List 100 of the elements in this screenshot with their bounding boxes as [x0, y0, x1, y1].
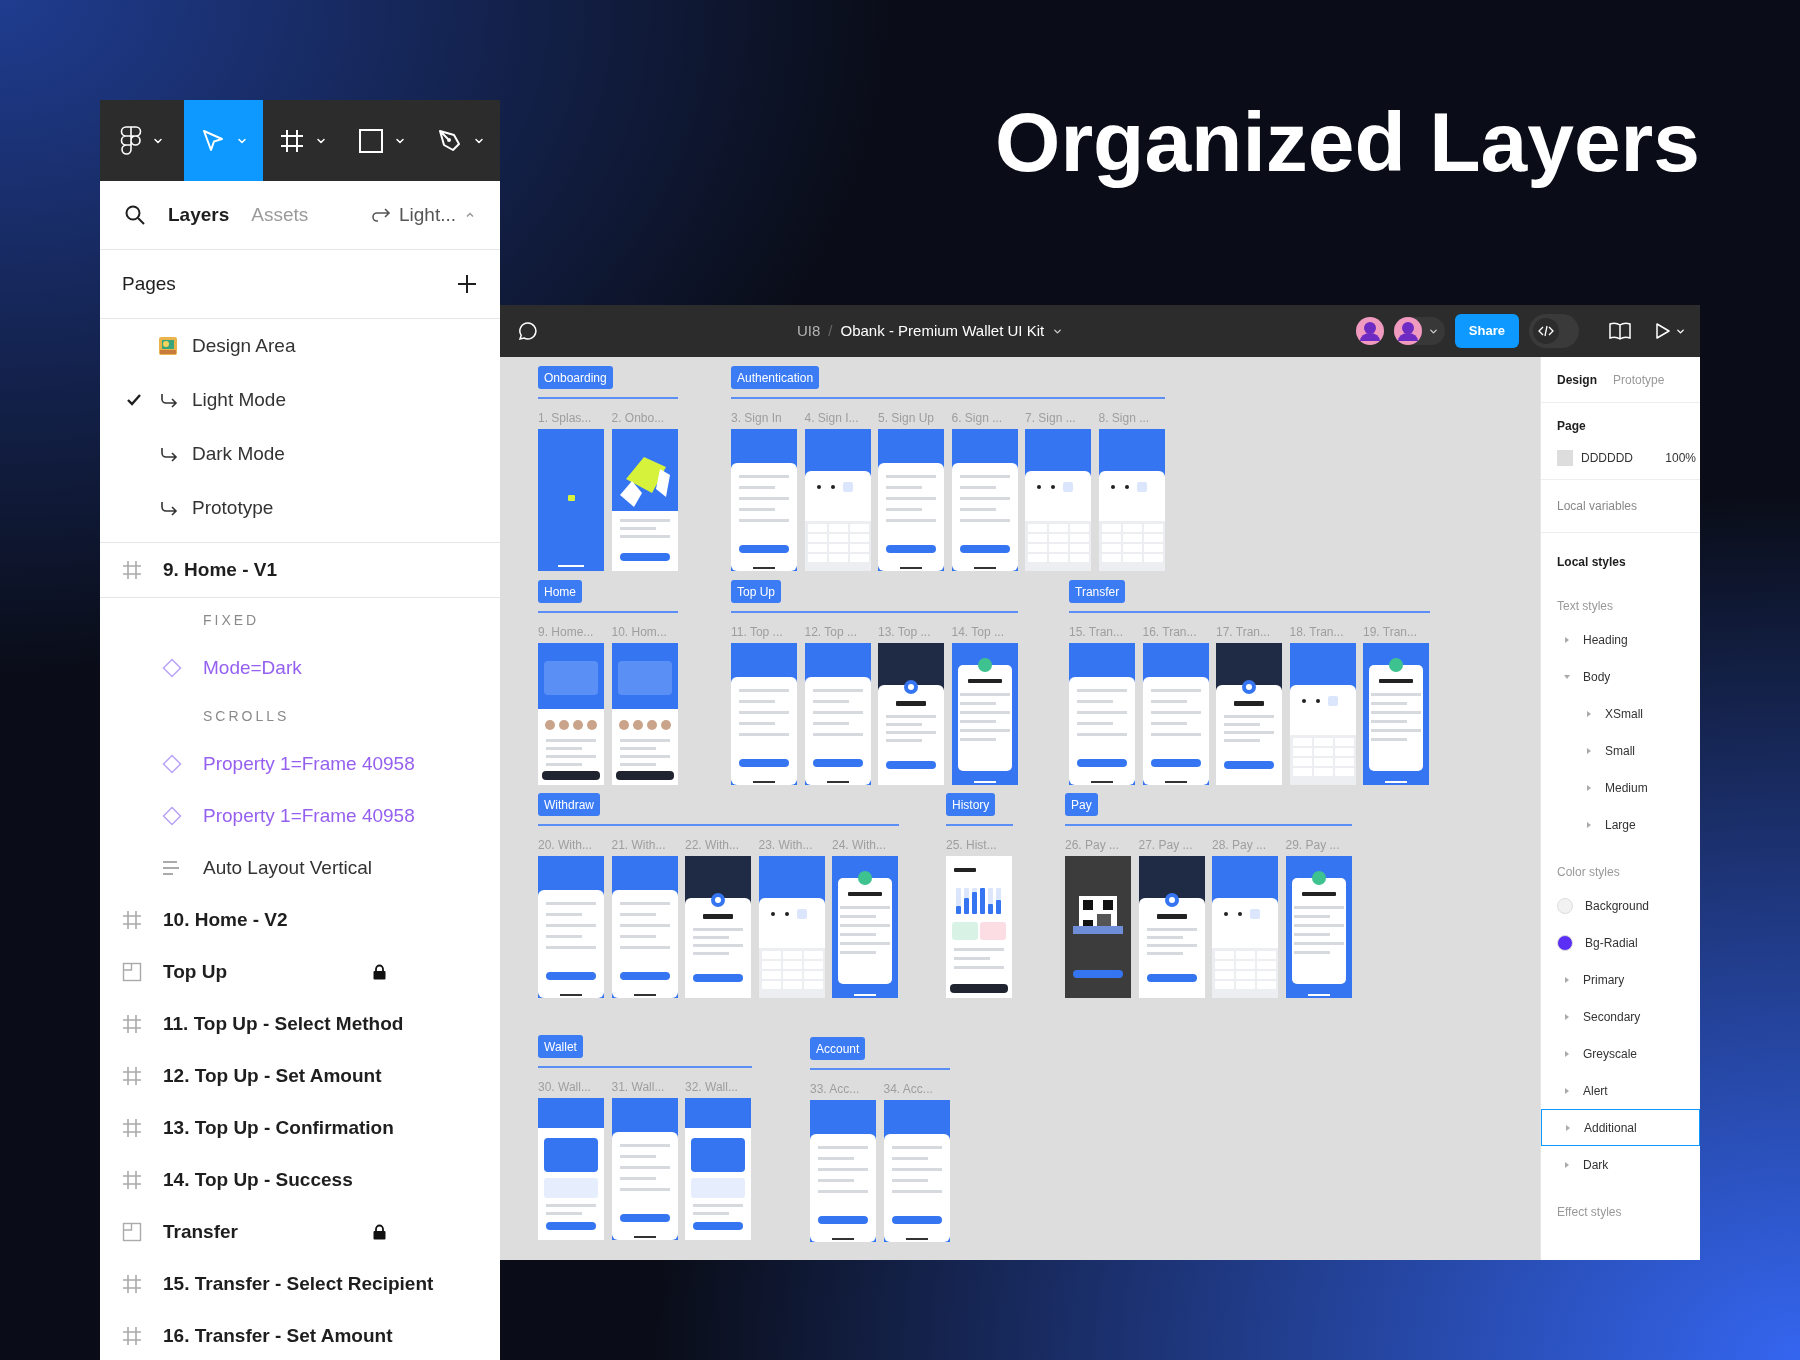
frame-title: 3. Sign In	[731, 411, 783, 425]
frame-title: 18. Tran...	[1289, 625, 1345, 639]
avatar-icon	[1393, 317, 1422, 345]
file-name-menu[interactable]: Obank - Premium Wallet UI Kit	[840, 319, 1064, 343]
caret-right-icon	[1563, 1012, 1571, 1021]
style-item[interactable]: Alert	[1557, 1072, 1684, 1109]
frame-title: 2. Onbo...	[611, 411, 666, 425]
frame-title: 29. Pay ...	[1285, 838, 1341, 852]
group-heading: Text styles	[1557, 598, 1614, 615]
layer-item[interactable]: 14. Top Up - Success	[100, 1154, 500, 1206]
caret-right-icon	[1585, 709, 1593, 718]
frame-title: 16. Tran...	[1142, 625, 1198, 639]
page-item[interactable]: Dark Mode	[100, 427, 500, 481]
frame-title: 20. With...	[538, 838, 594, 852]
properties-tab[interactable]: Design	[1557, 370, 1597, 389]
hex-value[interactable]: DDDDDD	[1581, 449, 1633, 467]
team-name[interactable]: UI8	[797, 319, 821, 343]
frame-title: 26. Pay ...	[1065, 838, 1121, 852]
lock-icon	[373, 964, 386, 980]
frame-title: 15. Tran...	[1069, 625, 1125, 639]
lock-icon	[373, 1224, 386, 1240]
layer-item[interactable]: 9. Home - V1	[100, 543, 500, 598]
style-item[interactable]: XSmall	[1557, 695, 1684, 732]
layer-item[interactable]: 12. Top Up - Set Amount	[100, 1050, 500, 1102]
frame-title: 22. With...	[685, 838, 741, 852]
style-item[interactable]: Background	[1557, 887, 1684, 924]
collaborators-button[interactable]	[1393, 317, 1445, 345]
layer-item[interactable]: 16. Transfer - Set Amount	[100, 1310, 500, 1360]
style-item[interactable]: Large	[1557, 806, 1684, 843]
section-label: Transfer	[1069, 580, 1126, 603]
page-item[interactable]: Prototype	[100, 481, 500, 535]
lines-icon	[162, 859, 180, 877]
layer-item[interactable]: Auto Layout Vertical	[100, 842, 500, 894]
frame-title: 24. With...	[832, 838, 888, 852]
style-item[interactable]: Medium	[1557, 769, 1684, 806]
caret-right-icon	[1563, 1086, 1571, 1095]
style-item[interactable]: Additional	[1541, 1109, 1700, 1146]
section-heading: Local styles	[1557, 554, 1627, 571]
hash-icon	[122, 1274, 142, 1294]
return-arrow-icon	[158, 446, 178, 462]
section-label: Pay	[1065, 793, 1098, 816]
frame-title: 17. Tran...	[1216, 625, 1272, 639]
hash-icon	[122, 1118, 142, 1138]
layer-item[interactable]: 13. Top Up - Confirmation	[100, 1102, 500, 1154]
style-item[interactable]: Greyscale	[1557, 1035, 1684, 1072]
plus-icon	[456, 273, 478, 295]
style-item[interactable]: Bg-Radial	[1557, 924, 1684, 961]
caret-right-icon	[1563, 1160, 1571, 1169]
hash-icon	[122, 560, 142, 580]
group-heading: Color styles	[1557, 864, 1621, 881]
library-button[interactable]	[1609, 322, 1631, 340]
color-swatch[interactable]	[1557, 450, 1573, 466]
caret-right-icon	[1563, 975, 1571, 984]
frame-title: 19. Tran...	[1363, 625, 1419, 639]
diamond-icon	[162, 806, 182, 826]
frame-title: 5. Sign Up	[878, 411, 936, 425]
layer-item[interactable]: Property 1=Frame 40958	[100, 790, 500, 842]
page-switcher[interactable]: Light...	[370, 200, 476, 230]
section-heading: Page	[1557, 418, 1587, 435]
frame-title: 34. Acc...	[883, 1082, 934, 1096]
caret-right-icon	[1585, 746, 1593, 755]
panel-tab[interactable]: Layers	[168, 200, 230, 230]
caret-right-icon	[1585, 820, 1593, 829]
frame-title: 28. Pay ...	[1212, 838, 1268, 852]
style-item[interactable]: Heading	[1557, 621, 1684, 658]
section-label: Top Up	[731, 580, 782, 603]
hash-icon	[122, 910, 142, 930]
caret-right-icon	[1563, 1049, 1571, 1058]
return-arrow-icon	[158, 392, 178, 408]
layer-item[interactable]: Transfer	[100, 1206, 500, 1258]
frame-title: 12. Top ...	[804, 625, 858, 639]
present-button[interactable]	[1655, 322, 1686, 340]
style-item[interactable]: Body	[1557, 658, 1684, 695]
style-item[interactable]: Primary	[1557, 961, 1684, 998]
page-item[interactable]: Light Mode	[100, 373, 500, 427]
layer-item[interactable]: 11. Top Up - Select Method	[100, 998, 500, 1050]
hash-icon	[122, 1014, 142, 1034]
diamond-icon	[162, 658, 182, 678]
style-item[interactable]: Dark	[1557, 1146, 1684, 1183]
section-label: Home	[538, 580, 582, 603]
style-item[interactable]: Secondary	[1557, 998, 1684, 1035]
layer-item[interactable]: Top Up	[100, 946, 500, 998]
add-page-button[interactable]	[456, 273, 478, 295]
layer-item[interactable]: 10. Home - V2	[100, 894, 500, 946]
frame-title: 8. Sign ...	[1098, 411, 1151, 425]
caret-right-icon	[1585, 783, 1593, 792]
style-item[interactable]: Small	[1557, 732, 1684, 769]
layer-item[interactable]: Mode=Dark	[100, 642, 500, 694]
section-label: Withdraw	[538, 793, 600, 816]
local-variables-link[interactable]: Local variables	[1557, 497, 1638, 515]
dev-mode-toggle[interactable]	[1529, 314, 1579, 348]
frame-title: 10. Hom...	[611, 625, 668, 639]
opacity-value[interactable]: 100%	[1665, 449, 1696, 467]
page-item[interactable]: Design Area	[100, 319, 500, 373]
comment-button[interactable]	[518, 321, 538, 341]
layer-item[interactable]: 15. Transfer - Select Recipient	[100, 1258, 500, 1310]
pages-heading: Pages	[122, 271, 176, 296]
picture-frame-icon	[157, 335, 179, 357]
layer-item[interactable]: Property 1=Frame 40958	[100, 738, 500, 790]
hash-icon	[122, 1066, 142, 1086]
